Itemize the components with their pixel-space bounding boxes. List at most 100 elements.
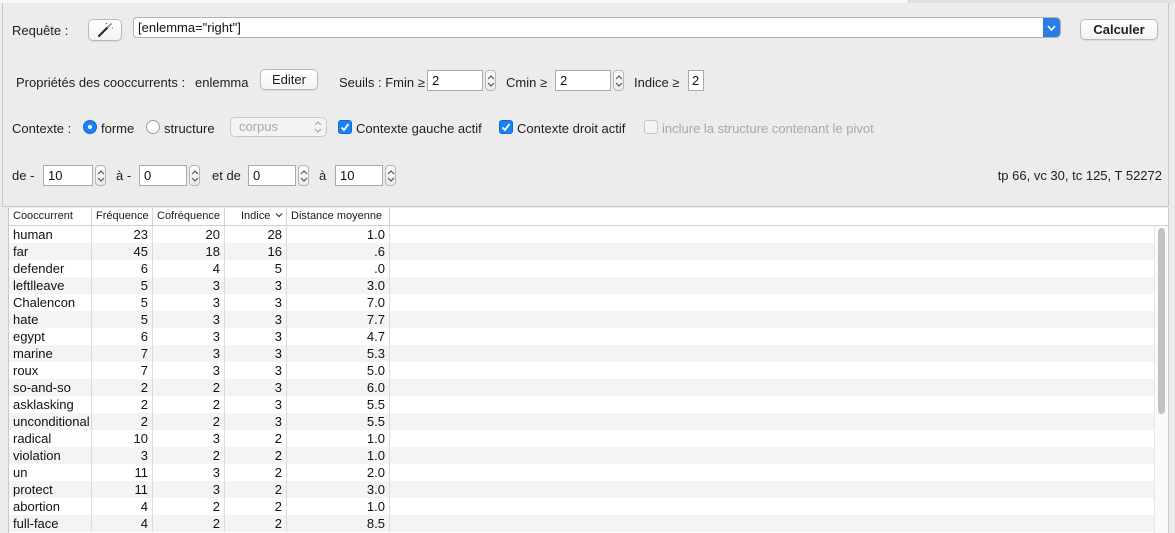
table-cell: 6 — [92, 260, 153, 277]
table-row[interactable]: egypt 6 3 3 4.7 — [9, 328, 1155, 345]
left-context-checkbox[interactable] — [338, 120, 352, 134]
table-cell: .0 — [287, 260, 390, 277]
table-cell: 3 — [225, 294, 287, 311]
table-cell: abortion — [9, 498, 92, 515]
table-cell: 5 — [92, 294, 153, 311]
table-row[interactable]: so-and-so 2 2 3 6.0 — [9, 379, 1155, 396]
left-context-label[interactable]: Contexte gauche actif — [356, 121, 482, 136]
include-structure-label: inclure la structure contenant le pivot — [662, 121, 874, 136]
fmin-stepper[interactable] — [485, 70, 496, 91]
radio-structure[interactable] — [146, 120, 160, 134]
table-cell: 16 — [225, 243, 287, 260]
edit-properties-button[interactable]: Editer — [260, 69, 318, 90]
table-cell: 20 — [153, 226, 225, 243]
table-cell: 11 — [92, 481, 153, 498]
a2-field[interactable]: 10 — [335, 165, 383, 186]
right-context-label[interactable]: Contexte droit actif — [517, 121, 625, 136]
query-wizard-button[interactable] — [88, 19, 122, 41]
radio-forme[interactable] — [83, 120, 97, 134]
scrollbar-thumb[interactable] — [1158, 228, 1165, 414]
fmin-field[interactable]: 2 — [427, 70, 483, 91]
table-scrollbar[interactable] — [1154, 226, 1168, 533]
table-row[interactable]: radical 10 3 2 1.0 — [9, 430, 1155, 447]
a2-label: à — [319, 168, 327, 183]
table-cell: 8.5 — [287, 515, 390, 532]
table-cell: hate — [9, 311, 92, 328]
table-row[interactable]: asklasking 2 2 3 5.5 — [9, 396, 1155, 413]
table-row[interactable]: Chalencon 5 3 3 7.0 — [9, 294, 1155, 311]
col-header-frequence[interactable]: Fréquence — [92, 208, 153, 225]
table-cell: 28 — [225, 226, 287, 243]
radio-structure-label[interactable]: structure — [164, 121, 215, 136]
table-cell: 3 — [153, 311, 225, 328]
table-cell: 7 — [92, 362, 153, 379]
table-row[interactable]: un 11 3 2 2.0 — [9, 464, 1155, 481]
table-cell: 5 — [92, 277, 153, 294]
de-stepper[interactable] — [95, 165, 106, 186]
col-header-indice[interactable]: Indice — [225, 208, 287, 225]
a-field[interactable]: 0 — [139, 165, 187, 186]
table-cell: 3 — [153, 481, 225, 498]
table-row[interactable]: human 23 20 28 1.0 — [9, 226, 1155, 243]
table-row[interactable]: marine 7 3 3 5.3 — [9, 345, 1155, 362]
table-cell: 2 — [153, 498, 225, 515]
table-cell: 2 — [153, 379, 225, 396]
table-cell: 2 — [225, 464, 287, 481]
table-cell: 4 — [153, 260, 225, 277]
properties-label: Propriétés des cooccurrents : — [16, 75, 186, 90]
table-row[interactable]: violation 3 2 2 1.0 — [9, 447, 1155, 464]
table-cell: defender — [9, 260, 92, 277]
table-cell: 2.0 — [287, 464, 390, 481]
table-row[interactable]: abortion 4 2 2 1.0 — [9, 498, 1155, 515]
parameters-panel: Requête : [enlemma="right"] Calculer Pro… — [2, 3, 1169, 207]
table-row[interactable]: full-face 4 2 2 8.5 — [9, 515, 1155, 532]
table-cell: human — [9, 226, 92, 243]
query-dropdown-button[interactable] — [1043, 18, 1060, 37]
table-cell: 3 — [153, 345, 225, 362]
col-header-distance[interactable]: Distance moyenne — [287, 208, 390, 225]
table-cell: 7.0 — [287, 294, 390, 311]
table-row[interactable]: defender 6 4 5.0 — [9, 260, 1155, 277]
indice-label: Indice ≥ — [634, 75, 680, 90]
et-de-field[interactable]: 0 — [248, 165, 296, 186]
col-header-cofrequence[interactable]: Cofréquence — [153, 208, 225, 225]
table-cell: 3 — [153, 328, 225, 345]
table-row[interactable]: leftlleave 5 3 3 3.0 — [9, 277, 1155, 294]
table-row[interactable]: unconditional 2 2 3 5.5 — [9, 413, 1155, 430]
cmin-field[interactable]: 2 — [555, 70, 611, 91]
chevron-down-icon — [1047, 25, 1056, 32]
table-cell: un — [9, 464, 92, 481]
right-context-checkbox[interactable] — [499, 120, 513, 134]
table-row[interactable]: roux 7 3 3 5.0 — [9, 362, 1155, 379]
cooccurrents-table: Cooccurrent Fréquence Cofréquence Indice… — [8, 208, 1169, 533]
query-input[interactable]: [enlemma="right"] — [138, 20, 241, 35]
table-cell: 3.0 — [287, 481, 390, 498]
query-combobox[interactable]: [enlemma="right"] — [133, 17, 1061, 38]
table-row[interactable]: far 45 18 16.6 — [9, 243, 1155, 260]
table-cell: 5.5 — [287, 413, 390, 430]
table-cell: 4 — [92, 498, 153, 515]
indice-field[interactable]: 2 — [688, 70, 704, 91]
cmin-stepper[interactable] — [613, 70, 624, 91]
structure-select[interactable]: corpus — [230, 117, 327, 137]
et-de-stepper[interactable] — [298, 165, 309, 186]
table-cell: 6 — [92, 328, 153, 345]
table-cell: protect — [9, 481, 92, 498]
table-row[interactable]: protect 11 3 2 3.0 — [9, 481, 1155, 498]
table-cell: 3 — [153, 277, 225, 294]
table-cell: unconditional — [9, 413, 92, 430]
de-field[interactable]: 10 — [43, 165, 93, 186]
table-cell: 5.5 — [287, 396, 390, 413]
include-structure-checkbox[interactable] — [644, 120, 658, 134]
table-cell: 5 — [92, 311, 153, 328]
table-row[interactable]: hate 5 3 3 7.7 — [9, 311, 1155, 328]
table-cell: 2 — [92, 413, 153, 430]
a-stepper[interactable] — [189, 165, 200, 186]
a2-stepper[interactable] — [385, 165, 396, 186]
table-cell: 4 — [92, 515, 153, 532]
table-cell: marine — [9, 345, 92, 362]
checkmark-icon — [340, 123, 350, 132]
calculate-button[interactable]: Calculer — [1080, 19, 1158, 40]
col-header-cooccurrent[interactable]: Cooccurrent — [9, 208, 92, 225]
radio-forme-label[interactable]: forme — [101, 121, 134, 136]
